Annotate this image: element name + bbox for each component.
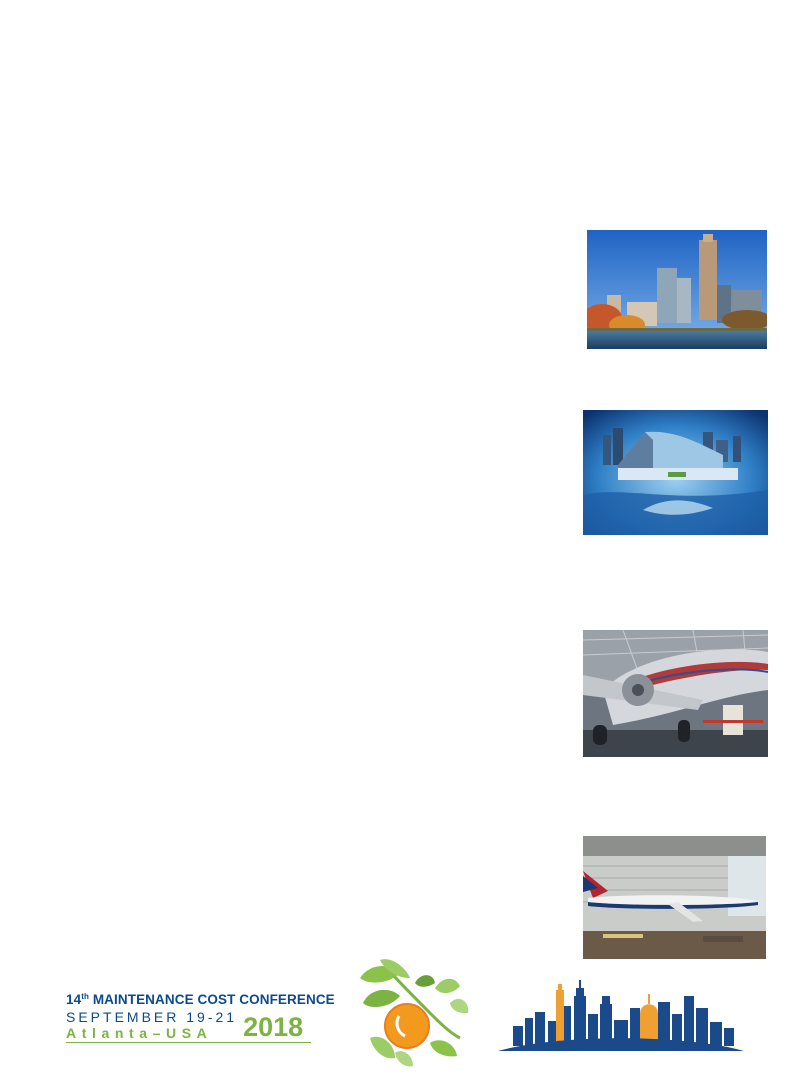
- peach-branch-logo: [355, 958, 470, 1070]
- conference-name: MAINTENANCE COST CONFERENCE: [88, 992, 335, 1007]
- conference-logo: 14th MAINTENANCE COST CONFERENCE SEPTEMB…: [66, 990, 335, 1048]
- logo-underline: [66, 1042, 311, 1043]
- conference-year: 2018: [243, 1012, 304, 1042]
- conference-title: 14th MAINTENANCE COST CONFERENCE: [66, 990, 335, 1007]
- conference-dates: SEPTEMBER 19-21: [66, 1009, 238, 1025]
- edition-ordinal: th: [81, 992, 89, 1001]
- edition-number: 14: [66, 992, 82, 1007]
- aquarium-photo: [583, 410, 768, 535]
- hangar-airliner-photo: [583, 836, 766, 959]
- midtown-skyline-photo: [587, 230, 767, 349]
- vintage-airplane-photo: [583, 630, 768, 757]
- conference-location: Atlanta–USA: [66, 1025, 213, 1041]
- atlanta-skyline-logo: [498, 976, 744, 1052]
